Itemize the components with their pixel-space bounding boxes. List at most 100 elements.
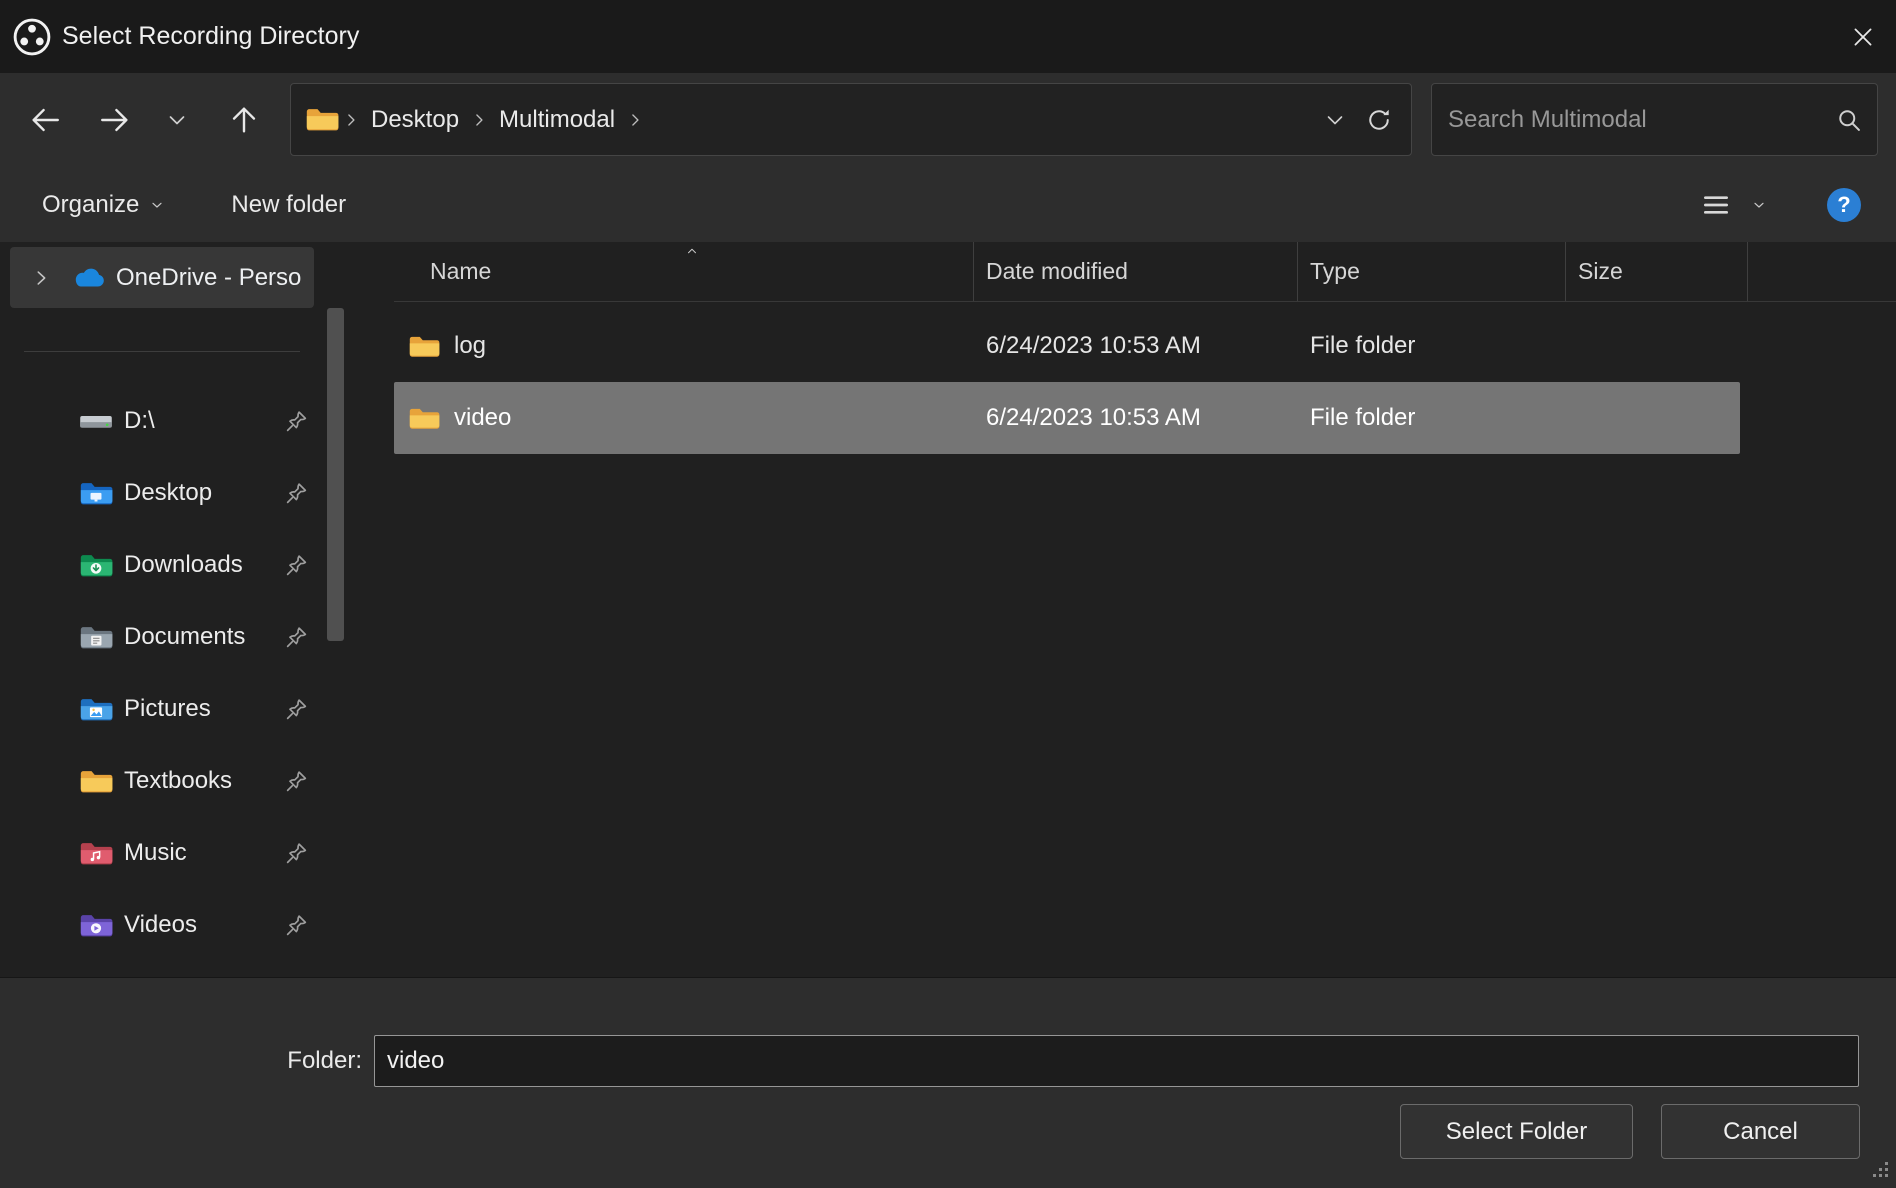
downloads-folder-icon (78, 552, 114, 579)
sidebar-item-label: OneDrive - Perso (116, 264, 301, 292)
breadcrumb-multimodal[interactable]: Multimodal (491, 102, 623, 138)
up-arrow-icon (227, 103, 261, 137)
select-folder-button[interactable]: Select Folder (1400, 1104, 1633, 1159)
select-recording-directory-dialog: Select Recording Directory (0, 0, 1896, 1188)
sidebar-item-textbooks[interactable]: Textbooks (0, 745, 358, 817)
pin-icon (284, 553, 309, 578)
folder-icon (408, 334, 440, 359)
search-box (1431, 83, 1878, 156)
title-bar: Select Recording Directory (0, 0, 1896, 73)
address-folder-icon (305, 106, 339, 133)
sidebar-item-documents[interactable]: Documents (0, 601, 358, 673)
sidebar-scrollbar[interactable] (326, 242, 345, 977)
pin-icon (284, 769, 309, 794)
cancel-button[interactable]: Cancel (1661, 1104, 1860, 1159)
details-view-icon (1700, 189, 1732, 221)
navigation-pane: OneDrive - Perso D:\ (0, 242, 358, 977)
sidebar-item-label: Downloads (124, 551, 243, 579)
chevron-down-icon (165, 108, 189, 132)
new-folder-button[interactable]: New folder (231, 191, 346, 219)
sidebar-item-videos[interactable]: Videos (0, 889, 358, 961)
organize-button[interactable]: Organize (42, 191, 165, 219)
sidebar-item-label: Videos (124, 911, 197, 939)
obs-logo-icon (12, 17, 52, 57)
sidebar-item-d-drive[interactable]: D:\ (0, 385, 358, 457)
file-rows: log 6/24/2023 10:53 AM File folder video (394, 310, 1896, 454)
file-type: File folder (1298, 404, 1566, 432)
scrollbar-thumb[interactable] (327, 308, 344, 641)
help-button[interactable]: ? (1822, 179, 1866, 231)
close-icon (1849, 23, 1877, 51)
breadcrumb-chevron-icon (625, 110, 645, 130)
view-options-dropdown[interactable] (1744, 179, 1774, 231)
column-header-date-modified[interactable]: Date modified (974, 242, 1298, 301)
desktop-folder-icon (78, 480, 114, 507)
file-row-video-selected[interactable]: video 6/24/2023 10:53 AM File folder (394, 382, 1740, 454)
close-button[interactable] (1830, 0, 1896, 73)
dialog-content: OneDrive - Perso D:\ (0, 242, 1896, 977)
file-name: video (454, 404, 511, 432)
sidebar-item-label: Music (124, 839, 187, 867)
sort-ascending-icon (682, 244, 702, 258)
sidebar-item-label: Pictures (124, 695, 211, 723)
sidebar-item-label: D:\ (124, 407, 155, 435)
pinned-items-list: D:\ Desktop (0, 385, 358, 961)
chevron-down-icon (1323, 108, 1347, 132)
new-folder-label: New folder (231, 191, 346, 219)
column-header-size[interactable]: Size (1566, 242, 1748, 301)
sidebar-item-music[interactable]: Music (0, 817, 358, 889)
documents-folder-icon (78, 624, 114, 651)
breadcrumb-desktop[interactable]: Desktop (363, 102, 467, 138)
command-bar: Organize New folder ? (0, 167, 1896, 242)
pin-icon (284, 913, 309, 938)
refresh-button[interactable] (1357, 94, 1401, 146)
help-icon: ? (1827, 188, 1861, 222)
sidebar-item-onedrive[interactable]: OneDrive - Perso (10, 247, 314, 308)
recent-locations-button[interactable] (157, 92, 197, 148)
music-folder-icon (78, 840, 114, 867)
onedrive-cloud-icon (70, 265, 106, 290)
up-one-level-button[interactable] (216, 92, 272, 148)
pin-icon (284, 697, 309, 722)
column-header-filler (1748, 242, 1896, 301)
navigation-bar: Desktop Multimodal (0, 73, 1896, 167)
column-header-row: Name Date modified Type Size (394, 242, 1896, 302)
file-list: Name Date modified Type Size log (394, 242, 1896, 977)
forward-arrow-icon (98, 103, 132, 137)
organize-label: Organize (42, 191, 139, 219)
breadcrumb-chevron-icon (341, 110, 361, 130)
resize-grip[interactable] (1871, 1160, 1891, 1185)
sidebar-item-label: Documents (124, 623, 245, 651)
chevron-right-icon (30, 267, 52, 289)
search-icon[interactable] (1835, 106, 1863, 134)
drive-icon (78, 408, 114, 435)
file-date-modified: 6/24/2023 10:53 AM (974, 404, 1298, 432)
address-bar[interactable]: Desktop Multimodal (290, 83, 1412, 156)
refresh-icon (1365, 106, 1393, 134)
breadcrumb-chevron-icon (469, 110, 489, 130)
forward-button[interactable] (87, 92, 143, 148)
file-type: File folder (1298, 332, 1566, 360)
column-header-type[interactable]: Type (1298, 242, 1566, 301)
search-input[interactable] (1432, 84, 1877, 155)
folder-icon (408, 406, 440, 431)
pin-icon (284, 625, 309, 650)
sidebar-divider (24, 351, 300, 352)
pictures-folder-icon (78, 696, 114, 723)
sidebar-item-pictures[interactable]: Pictures (0, 673, 358, 745)
sidebar-item-desktop[interactable]: Desktop (0, 457, 358, 529)
folder-field-label: Folder: (270, 1035, 362, 1087)
file-row-log[interactable]: log 6/24/2023 10:53 AM File folder (394, 310, 1740, 382)
sidebar-item-label: Textbooks (124, 767, 232, 795)
sidebar-item-downloads[interactable]: Downloads (0, 529, 358, 601)
dialog-footer: Folder: Select Folder Cancel (0, 977, 1896, 1188)
address-dropdown-button[interactable] (1313, 94, 1357, 146)
textbooks-folder-icon (78, 768, 114, 795)
folder-name-input[interactable] (374, 1035, 1859, 1087)
file-name: log (454, 332, 486, 360)
videos-folder-icon (78, 912, 114, 939)
back-button[interactable] (17, 92, 73, 148)
pin-icon (284, 841, 309, 866)
change-view-button[interactable] (1688, 179, 1744, 231)
sidebar-item-label: Desktop (124, 479, 212, 507)
